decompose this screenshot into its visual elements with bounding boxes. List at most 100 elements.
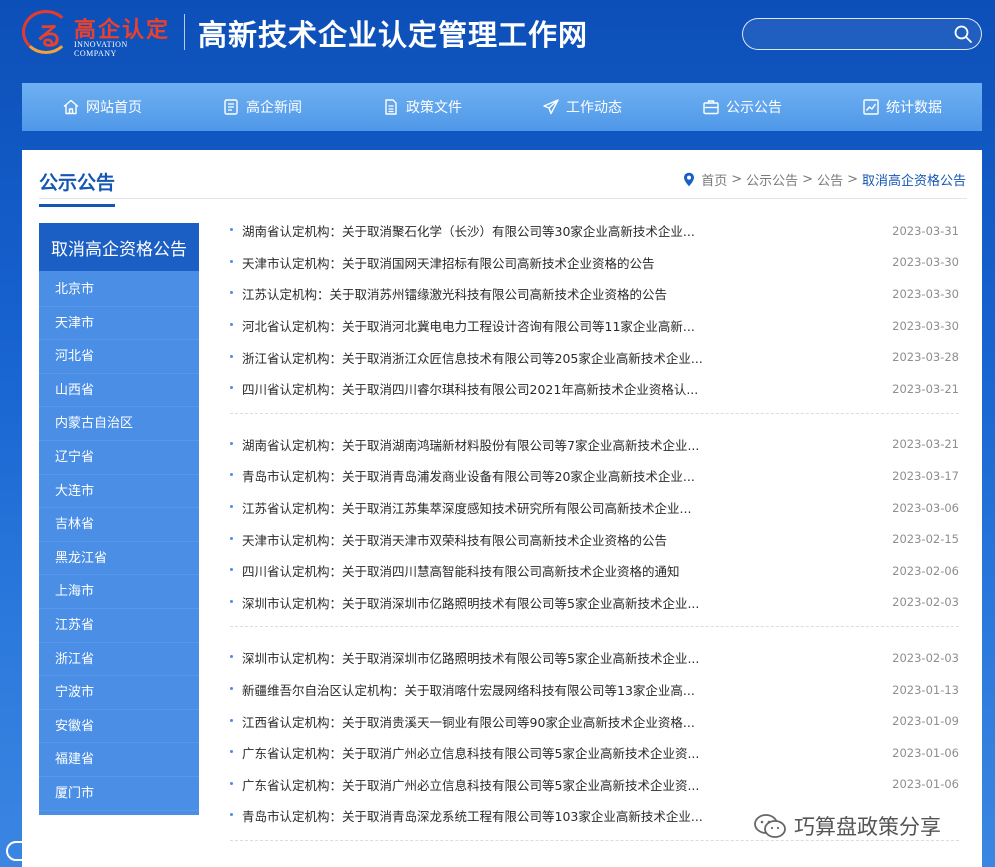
brand-logo-icon	[6, 840, 40, 861]
news-date: 2023-03-21	[892, 437, 959, 452]
news-title[interactable]: 江苏认定机构：关于取消苏州镭缘激光科技有限公司高新技术企业资格的公告	[230, 284, 667, 303]
news-title[interactable]: 江西省认定机构：关于取消贵溪天一铜业有限公司等90家企业高新技术企业资格...	[230, 712, 695, 731]
sidebar-item[interactable]: 福建省	[39, 743, 199, 777]
news-date: 2023-03-30	[892, 255, 959, 270]
nav-item-statistics[interactable]: 统计数据	[862, 97, 942, 117]
sidebar-item[interactable]: 山西省	[39, 374, 199, 408]
news-item[interactable]: 江苏省认定机构：关于取消江苏集萃深度感知技术研究所有限公司高新技术企业... 20…	[230, 492, 959, 524]
news-item[interactable]: 河北省认定机构：关于取消河北冀电电力工程设计咨询有限公司等11家企业高新... 2…	[230, 310, 959, 342]
breadcrumb-home[interactable]: 首页	[701, 170, 727, 189]
news-title[interactable]: 新疆维吾尔自治区认定机构：关于取消喀什宏晟网络科技有限公司等13家企业高...	[230, 680, 695, 699]
sidebar-item[interactable]: 大连市	[39, 475, 199, 509]
news-group: 湖南省认定机构：关于取消聚石化学（长沙）有限公司等30家企业高新技术企业... 2…	[230, 212, 959, 414]
news-title[interactable]: 青岛市认定机构：关于取消青岛深龙系统工程有限公司等103家企业高新技术企业...	[230, 806, 703, 825]
breadcrumb-separator: >	[847, 172, 858, 187]
nav-item-announcements[interactable]: 公示公告	[702, 97, 782, 117]
nav-label: 工作动态	[566, 100, 622, 116]
news-title[interactable]: 广东省认定机构：关于取消广州必立信息科技有限公司等5家企业高新技术企业资...	[230, 743, 699, 762]
watermark-right-text: 巧算盘政策分享	[794, 815, 941, 839]
news-title[interactable]: 四川省认定机构：关于取消四川慧高智能科技有限公司高新技术企业资格的通知	[230, 561, 680, 580]
sidebar-item[interactable]: 黑龙江省	[39, 542, 199, 576]
news-date: 2023-03-21	[892, 381, 959, 396]
nav-item-work[interactable]: 工作动态	[542, 97, 622, 117]
sidebar-item[interactable]: 浙江省	[39, 643, 199, 677]
news-title[interactable]: 广东省认定机构：关于取消广州必立信息科技有限公司等5家企业高新技术企业资...	[230, 775, 699, 794]
sidebar-item[interactable]: 安徽省	[39, 710, 199, 744]
news-item[interactable]: 深圳市认定机构：关于取消深圳市亿路照明技术有限公司等5家企业高新技术企业... 2…	[230, 642, 959, 674]
news-date: 2023-03-30	[892, 318, 959, 333]
news-date: 2023-03-31	[892, 223, 959, 238]
news-item[interactable]: 广东省认定机构：关于取消广州必立信息科技有限公司等5家企业高新技术企业资... 2…	[230, 737, 959, 769]
sidebar-item[interactable]: 厦门市	[39, 777, 199, 811]
sidebar-list: 北京市 天津市 河北省 山西省 内蒙古自治区 辽宁省 大连市 吉林省 黑龙江省 上海市 江苏省 浙江省…	[39, 271, 199, 811]
site-title: 高新技术企业认定管理工作网	[198, 18, 589, 52]
news-title[interactable]: 浙江省认定机构：关于取消浙江众匠信息技术有限公司等205家企业高新技术企业...	[230, 348, 703, 367]
news-date: 2023-01-06	[892, 745, 959, 760]
news-item[interactable]: 湖南省认定机构：关于取消聚石化学（长沙）有限公司等30家企业高新技术企业... 2…	[230, 215, 959, 247]
breadcrumb-current[interactable]: 取消高企资格公告	[862, 170, 966, 189]
news-item[interactable]: 江西省认定机构：关于取消贵溪天一铜业有限公司等90家企业高新技术企业资格... 2…	[230, 705, 959, 737]
news-title[interactable]: 四川省认定机构：关于取消四川睿尔琪科技有限公司2021年高新技术企业资格认...	[230, 379, 698, 398]
watermark-left: 大数跨境	[6, 838, 114, 863]
news-item[interactable]: 新疆维吾尔自治区认定机构：关于取消喀什宏晟网络科技有限公司等13家企业高... 2…	[230, 674, 959, 706]
news-item[interactable]: 深圳市认定机构：关于取消深圳市亿路照明技术有限公司等5家企业高新技术企业... 2…	[230, 587, 959, 619]
news-item[interactable]: 四川省认定机构：关于取消四川慧高智能科技有限公司高新技术企业资格的通知 2023-…	[230, 555, 959, 587]
news-date: 2023-01-06	[892, 777, 959, 792]
news-title[interactable]: 江苏省认定机构：关于取消江苏集萃深度感知技术研究所有限公司高新技术企业...	[230, 498, 691, 517]
chart-icon	[863, 99, 879, 115]
news-title[interactable]: 青岛市认定机构：关于取消青岛浦发商业设备有限公司等20家企业高新技术企业...	[230, 466, 695, 485]
news-item[interactable]: 天津市认定机构：关于取消国网天津招标有限公司高新技术企业资格的公告 2023-03…	[230, 247, 959, 279]
sidebar-item[interactable]: 上海市	[39, 575, 199, 609]
sidebar-item[interactable]: 吉林省	[39, 508, 199, 542]
search-input[interactable]	[755, 24, 945, 44]
news-date: 2023-03-17	[892, 468, 959, 483]
news-date: 2023-03-06	[892, 500, 959, 515]
nav-item-news[interactable]: 高企新闻	[222, 97, 302, 117]
document-icon	[385, 99, 397, 115]
news-item[interactable]: 青岛市认定机构：关于取消青岛浦发商业设备有限公司等20家企业高新技术企业... 2…	[230, 460, 959, 492]
news-title[interactable]: 湖南省认定机构：关于取消聚石化学（长沙）有限公司等30家企业高新技术企业...	[230, 221, 695, 240]
breadcrumb-notice[interactable]: 公告	[817, 170, 843, 189]
news-title[interactable]: 天津市认定机构：关于取消天津市双荣科技有限公司高新技术企业资格的公告	[230, 530, 667, 549]
nav-item-home[interactable]: 网站首页	[62, 97, 142, 117]
news-date: 2023-02-06	[892, 563, 959, 578]
news-date: 2023-03-28	[892, 350, 959, 365]
home-icon	[63, 99, 79, 115]
location-pin-icon	[684, 172, 695, 187]
news-date: 2023-02-03	[892, 650, 959, 665]
watermark-left-text: 大数跨境	[46, 843, 114, 863]
logo-subtitle: INNOVATION COMPANY	[74, 40, 128, 58]
nav-label: 公示公告	[726, 100, 782, 116]
search-icon[interactable]	[953, 24, 973, 44]
nav-label: 政策文件	[406, 100, 462, 116]
breadcrumb-separator: >	[731, 172, 743, 187]
news-item[interactable]: 四川省认定机构：关于取消四川睿尔琪科技有限公司2021年高新技术企业资格认...…	[230, 373, 959, 405]
news-title[interactable]: 天津市认定机构：关于取消国网天津招标有限公司高新技术企业资格的公告	[230, 253, 655, 272]
sidebar-item[interactable]: 天津市	[39, 307, 199, 341]
news-title[interactable]: 深圳市认定机构：关于取消深圳市亿路照明技术有限公司等5家企业高新技术企业...	[230, 593, 699, 612]
news-item[interactable]: 江苏认定机构：关于取消苏州镭缘激光科技有限公司高新技术企业资格的公告 2023-0…	[230, 278, 959, 310]
site-logo[interactable]: る 高企认定 INNOVATION COMPANY	[22, 10, 172, 58]
sidebar-title[interactable]: 取消高企资格公告	[39, 223, 199, 271]
news-title[interactable]: 河北省认定机构：关于取消河北冀电电力工程设计咨询有限公司等11家企业高新...	[230, 316, 695, 335]
news-icon	[224, 99, 238, 115]
breadcrumb-announcements[interactable]: 公示公告	[746, 170, 798, 189]
news-list: 湖南省认定机构：关于取消聚石化学（长沙）有限公司等30家企业高新技术企业... 2…	[230, 212, 959, 853]
news-title[interactable]: 湖南省认定机构：关于取消湖南鸿瑞新材料股份有限公司等7家企业高新技术企业...	[230, 435, 699, 454]
news-title[interactable]: 深圳市认定机构：关于取消深圳市亿路照明技术有限公司等5家企业高新技术企业...	[230, 648, 699, 667]
sidebar: 取消高企资格公告 北京市 天津市 河北省 山西省 内蒙古自治区 辽宁省 大连市 吉林省 黑龙江省…	[39, 223, 199, 815]
sidebar-item[interactable]: 内蒙古自治区	[39, 407, 199, 441]
sidebar-item[interactable]: 辽宁省	[39, 441, 199, 475]
sidebar-item[interactable]: 河北省	[39, 340, 199, 374]
main-nav: 网站首页 高企新闻 政策文件 工作动态 公示公告 统计数据	[22, 83, 982, 131]
sidebar-item[interactable]: 江苏省	[39, 609, 199, 643]
nav-item-policy[interactable]: 政策文件	[382, 97, 462, 117]
news-item[interactable]: 天津市认定机构：关于取消天津市双荣科技有限公司高新技术企业资格的公告 2023-0…	[230, 523, 959, 555]
section-divider	[39, 198, 967, 199]
sidebar-item[interactable]: 宁波市	[39, 676, 199, 710]
sidebar-item[interactable]: 北京市	[39, 273, 199, 307]
briefcase-icon	[703, 100, 719, 115]
news-item[interactable]: 浙江省认定机构：关于取消浙江众匠信息技术有限公司等205家企业高新技术企业...…	[230, 341, 959, 373]
news-item[interactable]: 湖南省认定机构：关于取消湖南鸿瑞新材料股份有限公司等7家企业高新技术企业... 2…	[230, 429, 959, 461]
news-item[interactable]: 广东省认定机构：关于取消广州必立信息科技有限公司等5家企业高新技术企业资... 2…	[230, 769, 959, 801]
